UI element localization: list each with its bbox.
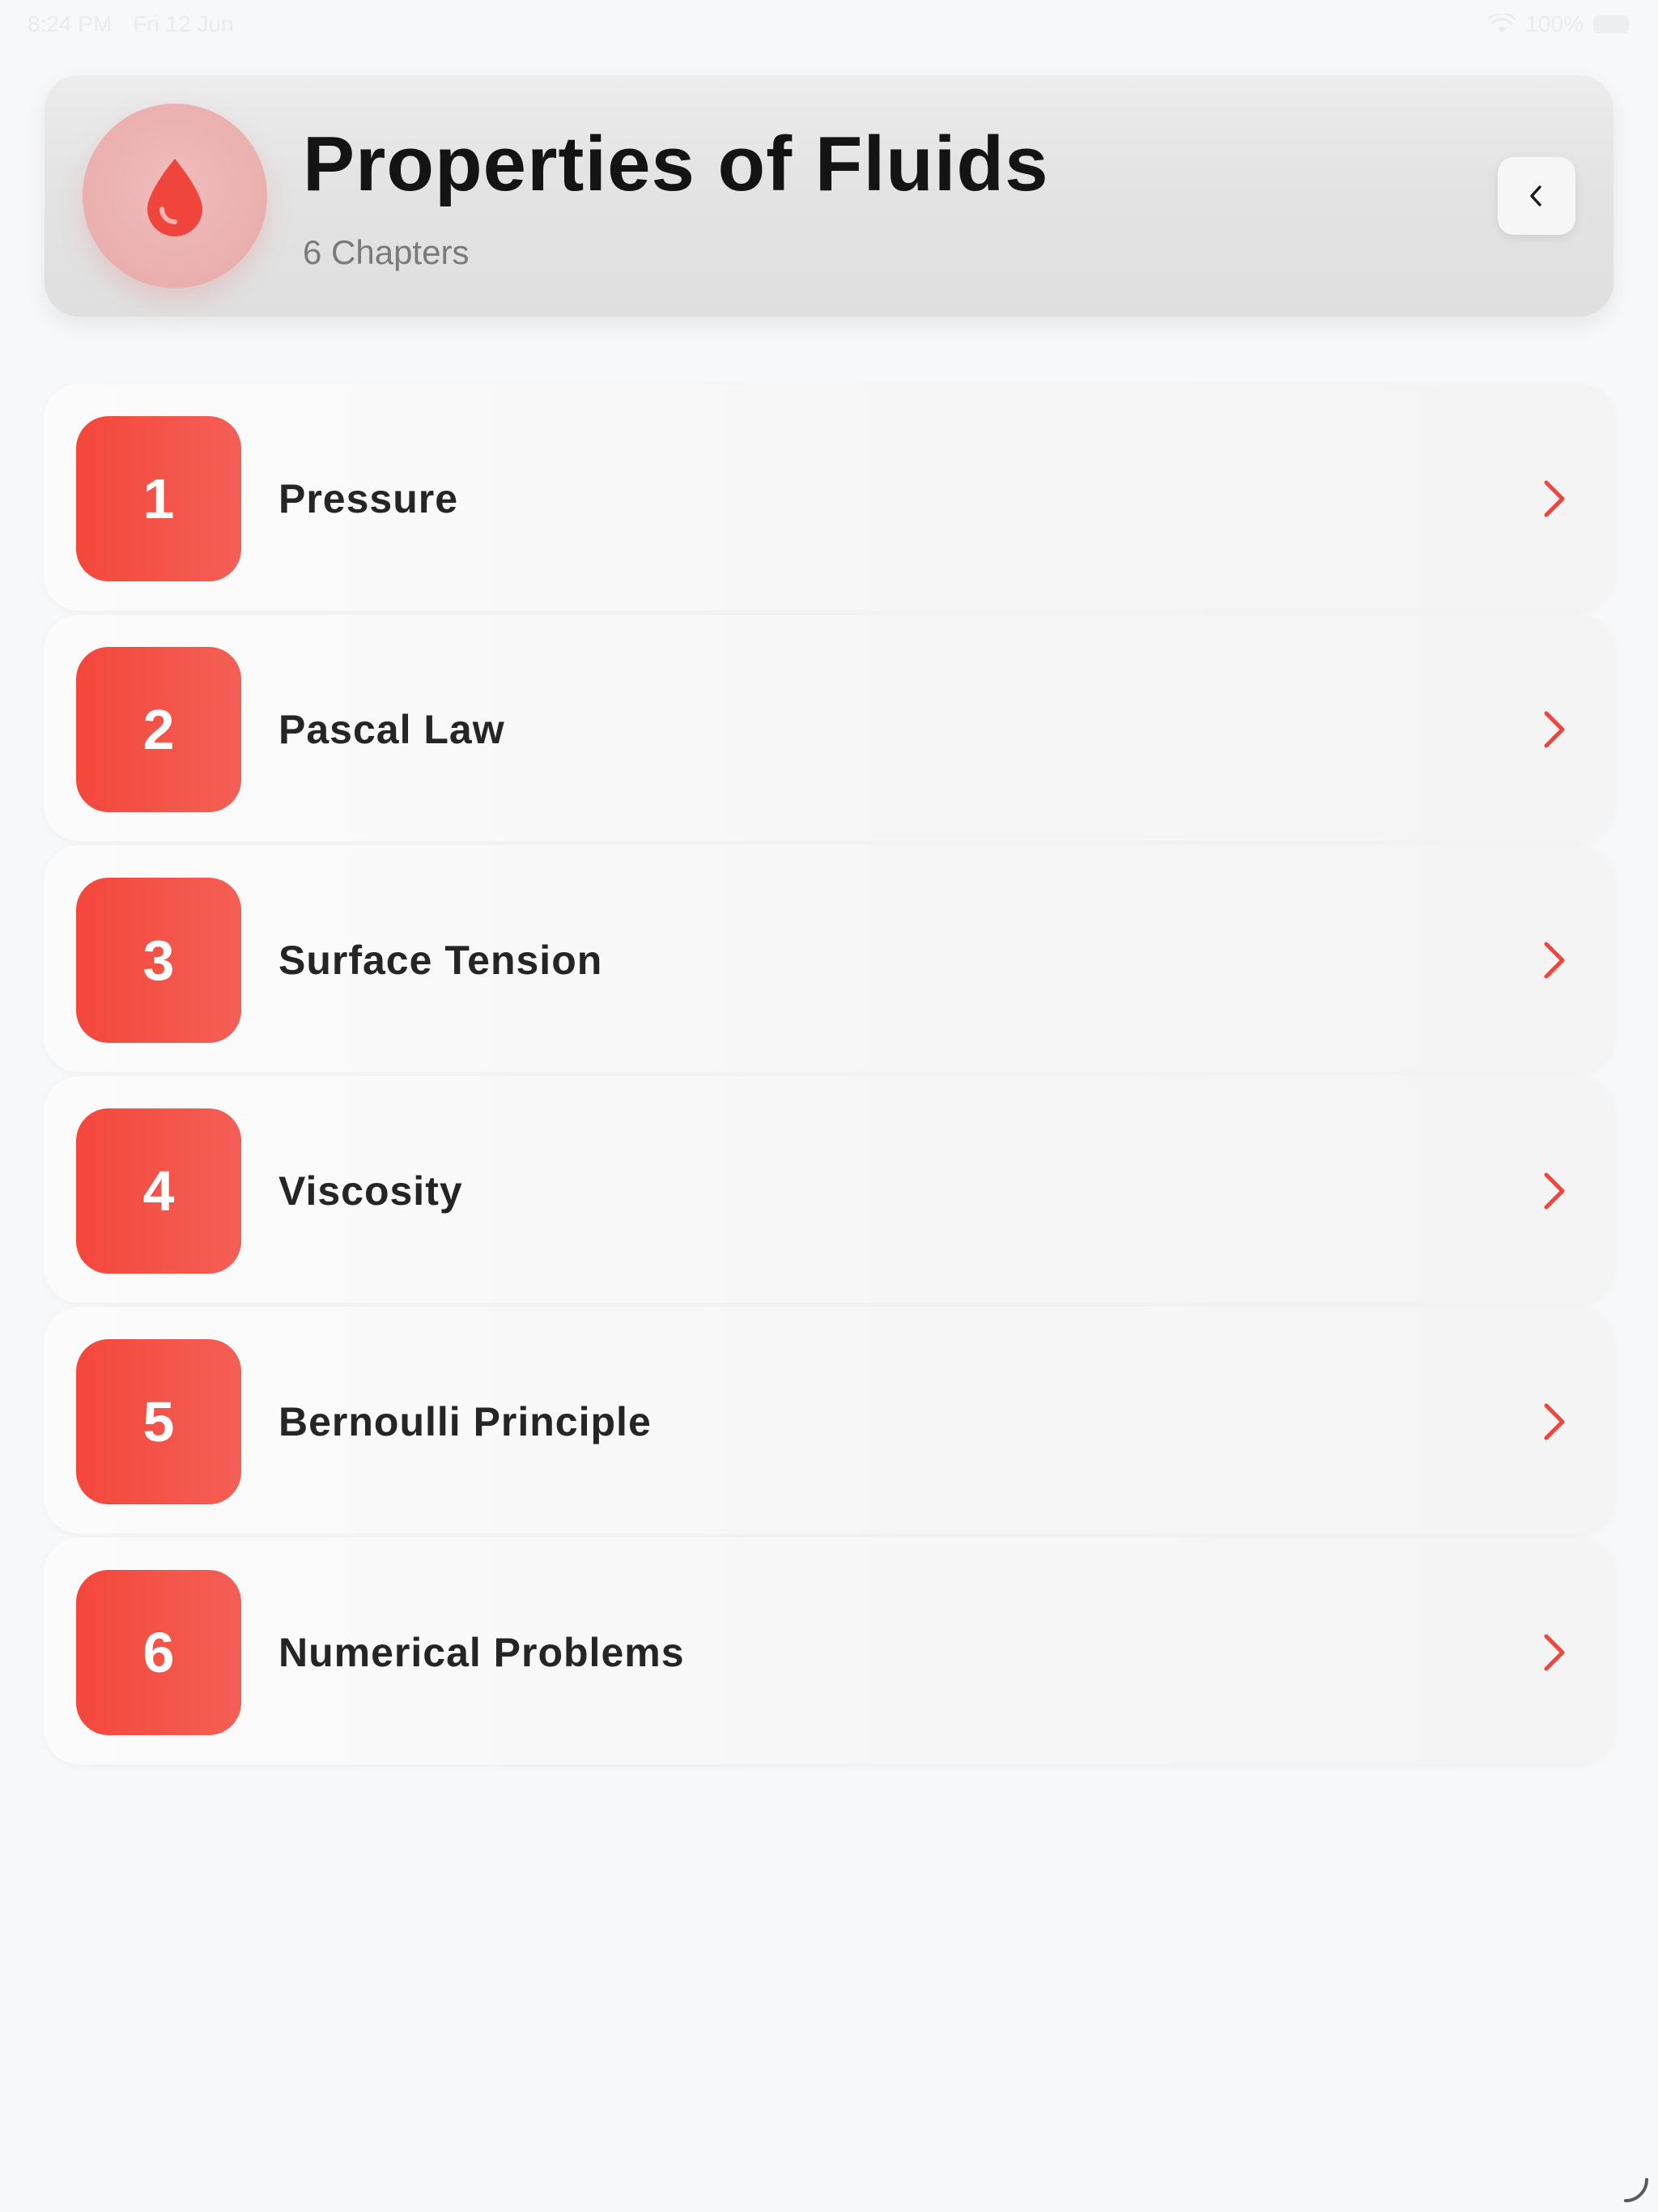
page-title: Properties of Fluids xyxy=(303,121,1049,207)
chapter-row[interactable]: 3 Surface Tension xyxy=(44,845,1614,1072)
chapter-number-badge: 1 xyxy=(76,416,241,581)
header-card: Properties of Fluids 6 Chapters xyxy=(44,74,1614,317)
chapter-row[interactable]: 5 Bernoulli Principle xyxy=(44,1307,1614,1534)
chapter-title: Pressure xyxy=(278,476,459,521)
resize-handle-icon xyxy=(1624,2178,1648,2202)
chapter-count: 6 Chapters xyxy=(303,233,470,271)
chapter-row[interactable]: 2 Pascal Law xyxy=(44,615,1614,841)
chapter-row[interactable]: 4 Viscosity xyxy=(44,1076,1614,1303)
status-bar: 8:24 PM Fri 12 Jun 100% xyxy=(0,0,1658,52)
chevron-right-icon xyxy=(1544,1403,1565,1440)
chapter-row[interactable]: 6 Numerical Problems xyxy=(44,1538,1614,1764)
chapter-title: Pascal Law xyxy=(278,707,505,752)
chapter-title: Numerical Problems xyxy=(278,1630,685,1675)
chapter-number-badge: 5 xyxy=(76,1339,241,1504)
chapter-number: 6 xyxy=(142,1621,175,1684)
chevron-right-icon xyxy=(1544,480,1565,517)
chapter-number: 5 xyxy=(142,1390,175,1453)
chevron-left-icon xyxy=(1530,185,1541,206)
status-left: 8:24 PM Fri 12 Jun xyxy=(28,11,249,37)
chevron-right-icon xyxy=(1544,1634,1565,1671)
chapter-number: 1 xyxy=(142,467,175,530)
back-button[interactable] xyxy=(1498,157,1575,235)
drop-icon xyxy=(147,159,202,236)
chapter-row[interactable]: 1 Pressure xyxy=(44,384,1614,610)
chapter-list: 1 Pressure 2 Pascal Law 3 Surface Tensio… xyxy=(44,384,1614,1768)
chevron-right-icon xyxy=(1544,711,1565,748)
chapter-number: 2 xyxy=(142,698,175,761)
header-icon-container xyxy=(83,104,267,288)
status-date: Fri 12 Jun xyxy=(133,11,234,36)
chapter-number: 4 xyxy=(142,1159,175,1223)
chapter-title: Bernoulli Principle xyxy=(278,1399,652,1444)
chevron-right-icon xyxy=(1544,1172,1565,1210)
chapter-number-badge: 3 xyxy=(76,878,241,1043)
chapter-title: Viscosity xyxy=(278,1168,463,1214)
wifi-icon xyxy=(1488,14,1516,33)
chapter-number-badge: 6 xyxy=(76,1570,241,1735)
status-time: 8:24 PM xyxy=(28,11,113,36)
chapter-number-badge: 2 xyxy=(76,647,241,812)
chapter-title: Surface Tension xyxy=(278,938,603,983)
chevron-right-icon xyxy=(1544,942,1565,979)
chapter-number: 3 xyxy=(142,929,175,992)
battery-icon xyxy=(1593,15,1629,33)
status-right: 100% xyxy=(1488,11,1629,37)
battery-percent: 100% xyxy=(1525,11,1584,36)
chapter-number-badge: 4 xyxy=(76,1108,241,1274)
